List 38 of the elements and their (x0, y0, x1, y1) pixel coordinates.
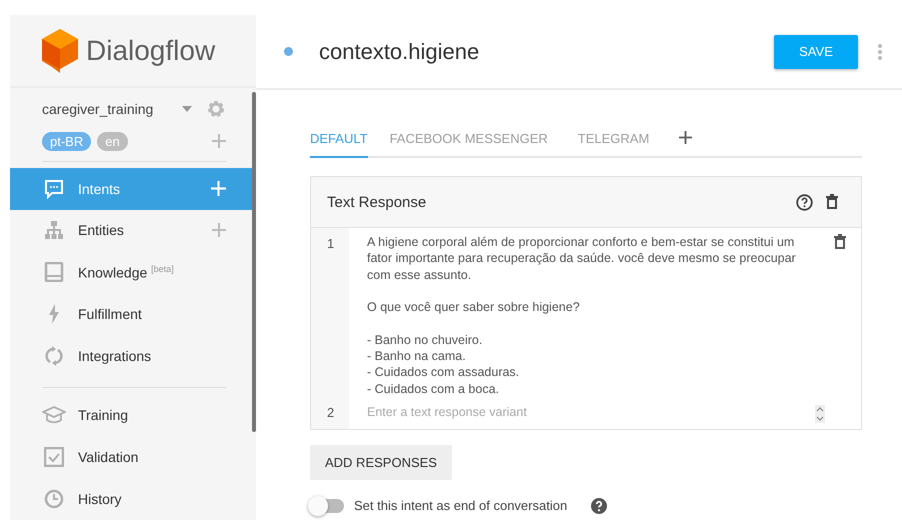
agent-name[interactable]: caregiver_training (42, 100, 182, 117)
lightning-icon (48, 304, 60, 324)
toggle-label: Set this intent as end of conversation (354, 498, 568, 514)
line-number: 1 (311, 228, 349, 397)
sync-icon (44, 346, 64, 366)
stepper-icon[interactable] (815, 404, 825, 423)
status-dot (284, 47, 293, 56)
help-icon[interactable] (796, 194, 813, 210)
nav-item[interactable]: History (10, 478, 256, 520)
add-responses-button[interactable]: ADD RESPONSES (310, 444, 452, 480)
settings-icon[interactable] (206, 98, 226, 119)
scrollbar[interactable] (252, 92, 256, 432)
plus-icon[interactable] (211, 181, 226, 196)
clock-icon (44, 488, 64, 509)
chat-icon (44, 178, 64, 199)
checkbox-icon (44, 447, 64, 468)
logo-icon (42, 28, 78, 73)
book-icon (44, 262, 64, 282)
response-text[interactable]: A higiene corporal além de proporcionar conforto e bem-estar se constitui um fator importante para recuperação da saúde. você deve mesmo se preocupar com esse assunto. O que você quer saber sobre higiene? - Banho no chuveiro. - Banho na cama. - Cuidados com assaduras. - Cuidados com a boca. (349, 228, 833, 397)
logo-text: Dialogflow (86, 34, 216, 67)
caret-icon[interactable] (182, 106, 192, 112)
hierarchy-icon (44, 220, 64, 240)
graduation-cap-icon (42, 406, 66, 424)
nav-item[interactable]: Fulfillment (10, 293, 256, 336)
nav-item[interactable]: Integrations (10, 335, 256, 378)
card-title: Text Response (327, 194, 428, 210)
line-number: 2 (311, 396, 349, 429)
trash-icon[interactable] (825, 194, 839, 210)
plus-icon[interactable] (679, 131, 692, 144)
intent-title[interactable]: contexto.higiene (319, 38, 774, 64)
nav-item[interactable]: Entities (10, 210, 256, 252)
nav-item[interactable]: Knowledge $^{[beta]}$ (10, 251, 256, 294)
nav-item[interactable]: Training (10, 394, 256, 436)
more-icon[interactable] (878, 44, 882, 60)
trash-icon[interactable] (833, 234, 847, 250)
help-icon[interactable] (591, 498, 608, 514)
toggle-switch[interactable] (310, 498, 344, 513)
nav-item[interactable]: Validation (10, 436, 256, 478)
